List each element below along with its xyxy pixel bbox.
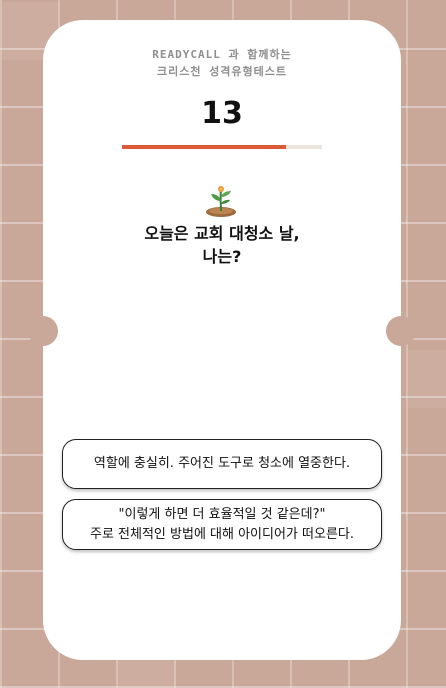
question-card: READYCALL 과 함께하는 크리스천 성격유형테스트 13 오늘은 교회 …	[28, 20, 416, 660]
answer-option-a[interactable]: 역할에 충실히. 주어진 도구로 청소에 열중한다.	[62, 439, 382, 489]
background-tile	[408, 350, 446, 408]
brand-line-2: 크리스천 성격유형테스트	[157, 65, 287, 78]
question-text: 오늘은 교회 대청소 날, 나는?	[43, 222, 401, 268]
answer-a-text: 역할에 충실히. 주어진 도구로 청소에 열중한다.	[93, 456, 351, 471]
brand-header: READYCALL 과 함께하는 크리스천 성격유형테스트	[43, 46, 401, 80]
sprout-icon	[206, 186, 236, 217]
question-line-2: 나는?	[202, 247, 242, 266]
question-line-1: 오늘은 교회 대청소 날,	[144, 224, 300, 243]
progress-fill	[122, 145, 286, 149]
answer-b-line-2: 주로 전체적인 방법에 대해 아이디어가 떠오른다.	[90, 526, 354, 542]
progress-bar	[122, 145, 322, 149]
brand-line-1: READYCALL 과 함께하는	[152, 48, 292, 61]
card-notch-left	[28, 316, 58, 346]
answer-b-line-1: "이렇게 하면 더 효율적일 것 같은데?"	[118, 506, 326, 522]
answer-option-b[interactable]: "이렇게 하면 더 효율적일 것 같은데?" 주로 전체적인 방법에 대해 아이…	[62, 499, 382, 550]
question-number: 13	[201, 96, 243, 131]
card-notch-right	[386, 316, 416, 346]
